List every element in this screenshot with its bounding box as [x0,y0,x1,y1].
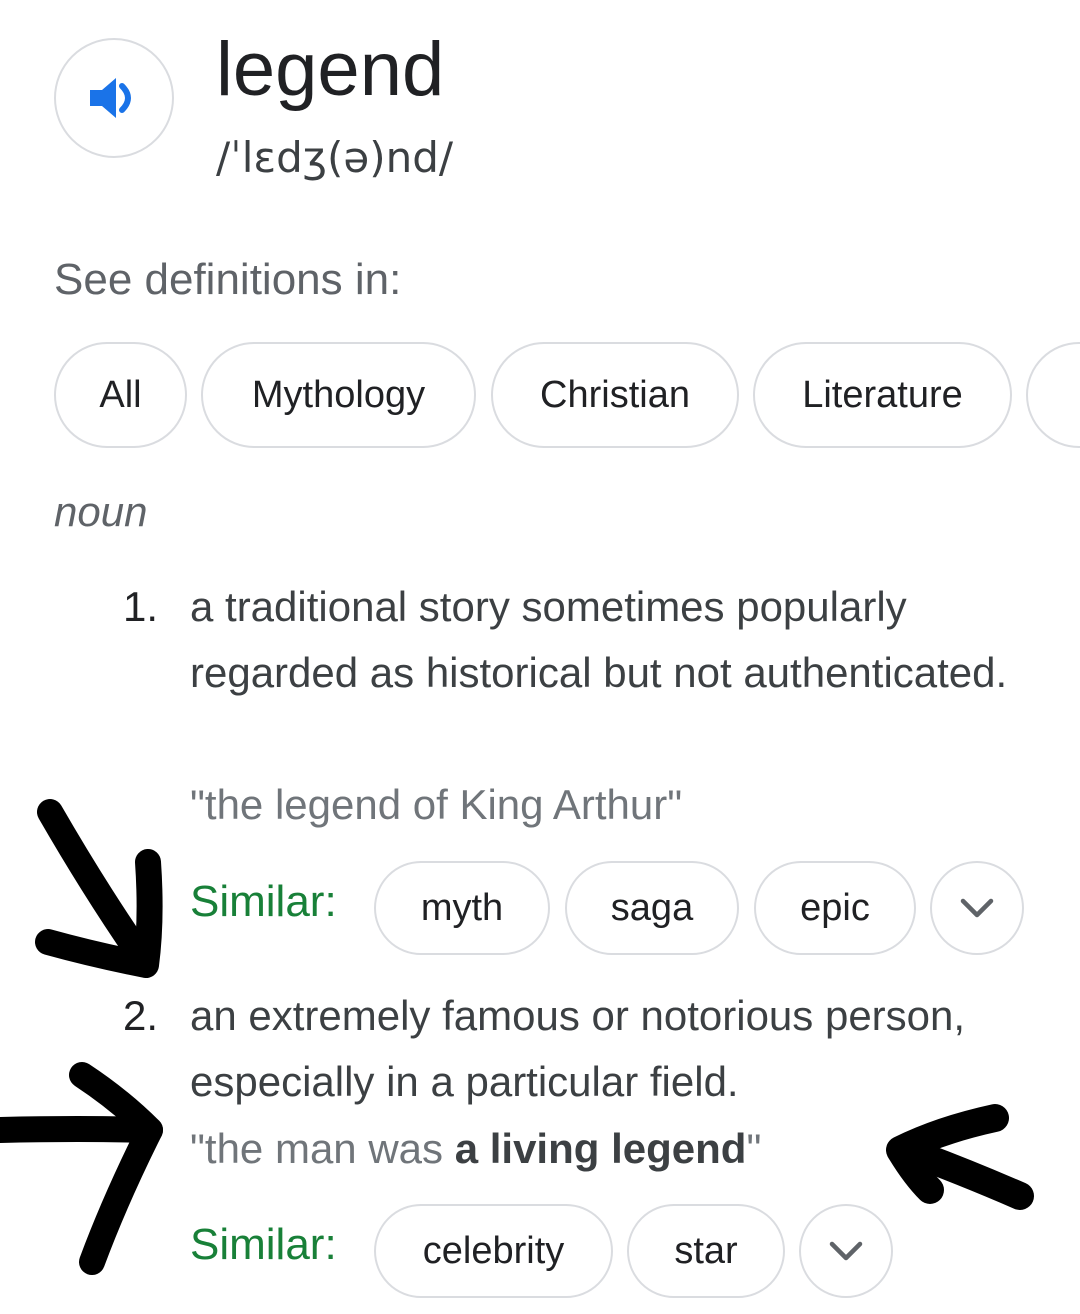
arrow-down-right-head [35,849,163,978]
category-chip-label: Mythology [251,373,426,416]
example-prefix: "the man was [190,1125,455,1172]
chevron-down-icon [960,898,994,918]
arrow-down-right-drawing [37,799,153,968]
definition-text: an extremely famous or notorious person,… [190,992,966,1105]
category-chip-label: All [99,373,142,416]
example-highlight: a living legend [454,1125,747,1172]
usage-example: "the man was a living legend" [190,1116,761,1182]
sense-number: 2. [122,992,158,1039]
synonym-chip-saga[interactable]: saga [565,861,739,955]
expand-synonyms-button[interactable] [799,1204,893,1298]
similar-label: Similar: [190,1220,337,1269]
speaker-icon [90,78,131,118]
synonym-chip-celebrity[interactable]: celebrity [374,1204,613,1298]
headword: legend [216,27,445,112]
category-chip-label: Christian [540,373,690,416]
similar-label: Similar: [190,877,337,926]
arrow-right-drawing [0,1116,163,1143]
synonym-label: epic [800,886,870,929]
category-chip-mythology[interactable]: Mythology [201,342,476,448]
category-chip-partial[interactable] [1026,342,1080,448]
phonetic-spelling: /ˈlɛdʒ(ə)nd/ [216,133,454,182]
category-chip-christian[interactable]: Christian [491,342,739,448]
pronunciation-button[interactable] [54,38,174,158]
synonym-label: myth [420,886,504,929]
example-suffix: " [746,1125,762,1172]
arrow-left-head [886,1104,1009,1204]
sense-number: 1. [122,583,158,630]
see-definitions-label: See definitions in: [54,255,402,304]
synonym-chip-star[interactable]: star [627,1204,785,1298]
usage-example: "the legend of King Arthur" [190,781,683,828]
category-chip-label: Literature [802,373,963,416]
synonym-label: star [674,1229,738,1272]
arrow-left-drawing [891,1136,1034,1210]
synonym-chip-epic[interactable]: epic [754,861,916,955]
arrow-right-head [69,1062,163,1275]
synonym-chip-myth[interactable]: myth [374,861,550,955]
synonym-label: celebrity [422,1229,565,1272]
synonym-label: saga [610,886,694,929]
category-chip-all[interactable]: All [54,342,187,448]
definition-text: a traditional story sometimes popularly … [190,583,1008,696]
expand-synonyms-button[interactable] [930,861,1024,955]
part-of-speech: noun [54,488,148,535]
category-chip-literature[interactable]: Literature [753,342,1012,448]
chevron-down-icon [829,1241,863,1261]
